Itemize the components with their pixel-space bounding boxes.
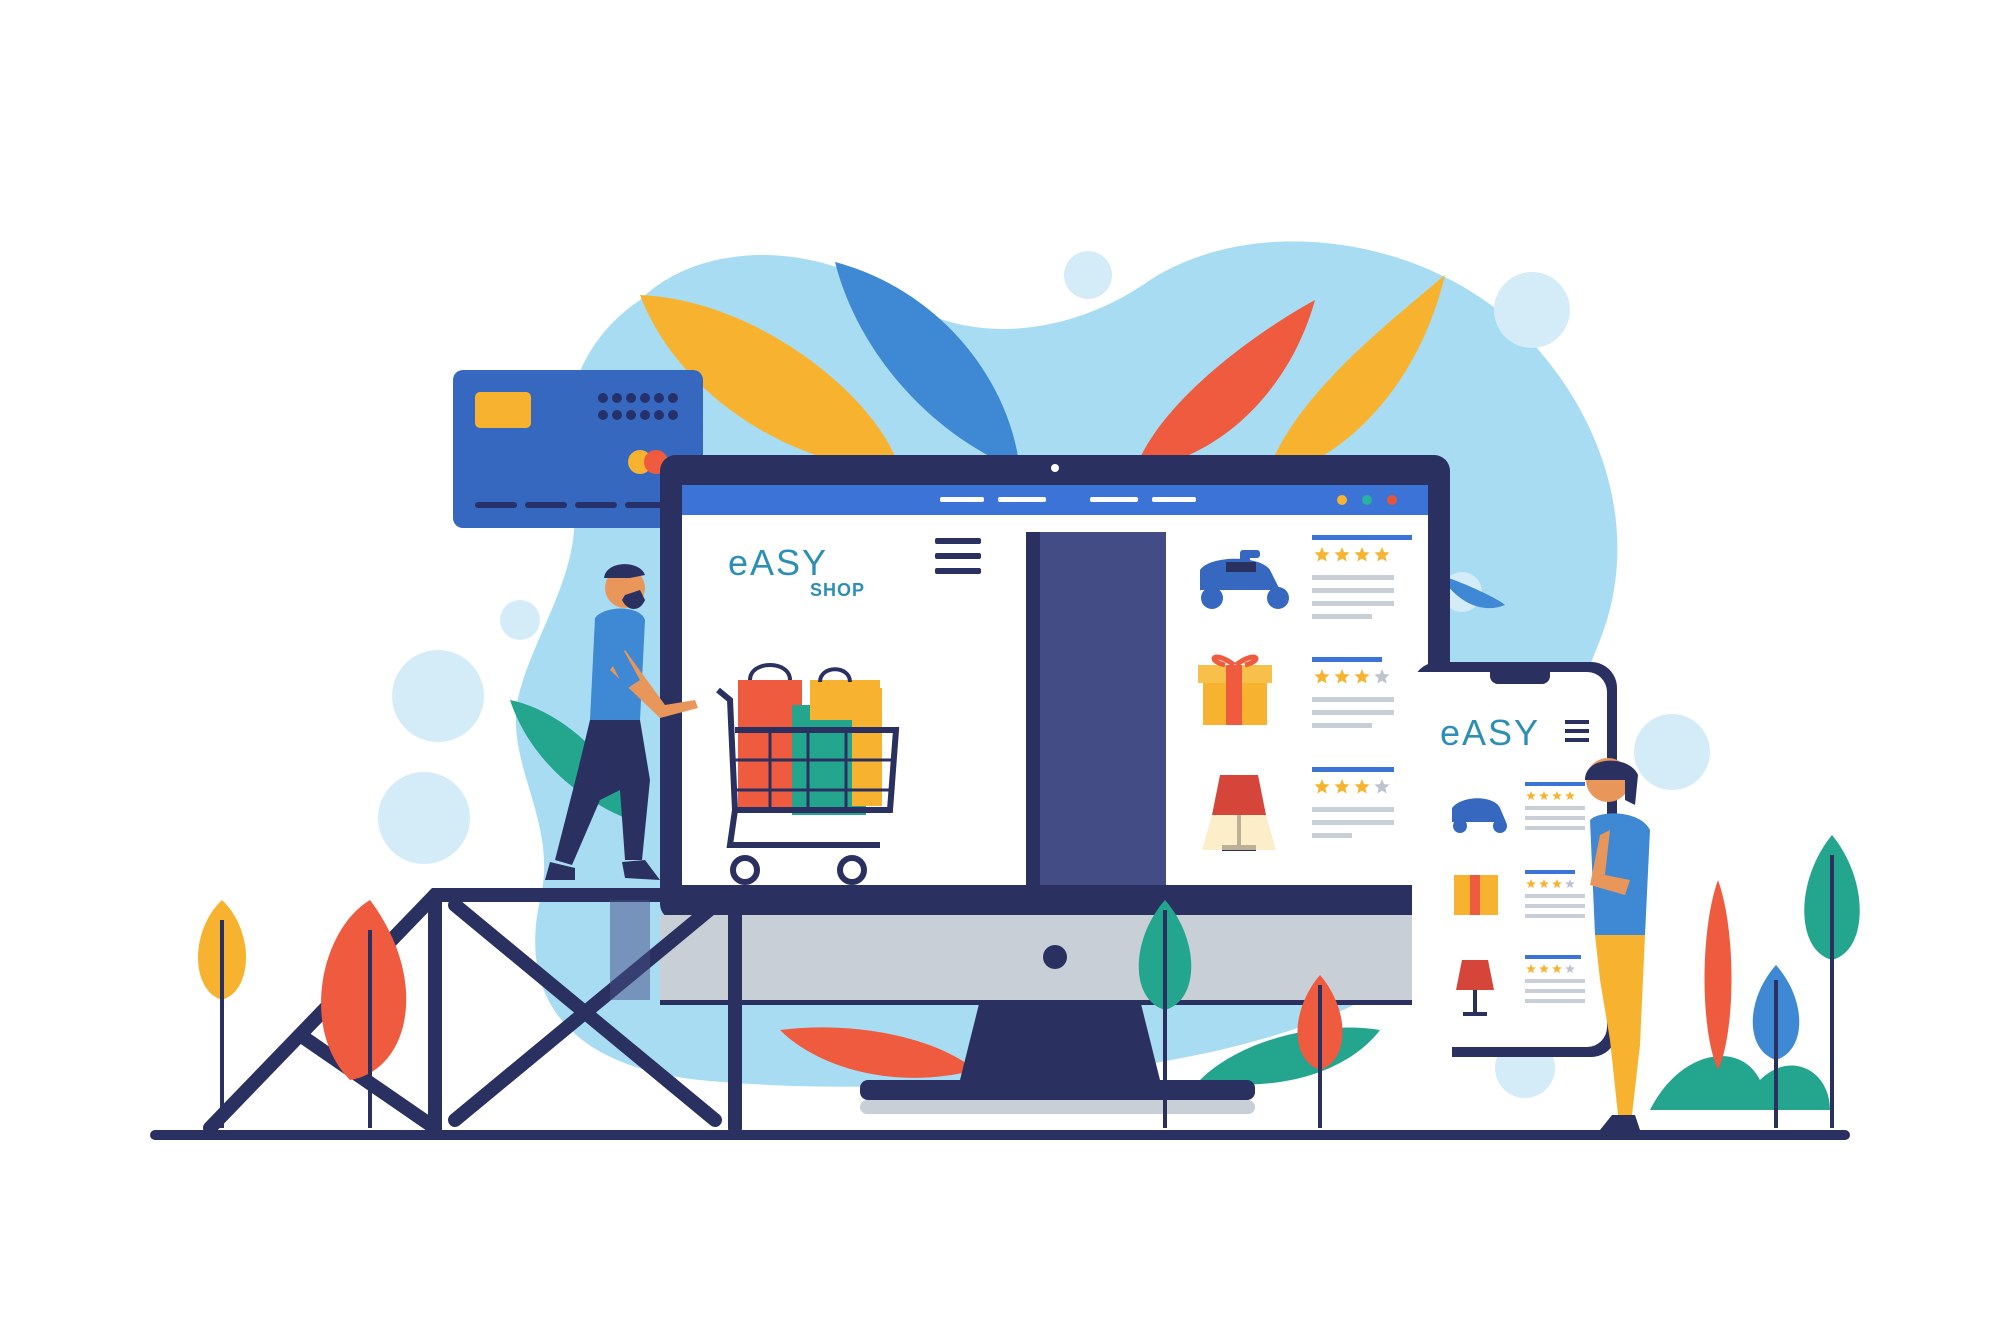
door-panel xyxy=(1026,532,1166,885)
bubble xyxy=(1064,251,1112,299)
ground-line xyxy=(150,1130,1850,1140)
webcam-icon xyxy=(1051,464,1059,472)
bubble xyxy=(500,600,540,640)
plant-orange-tall xyxy=(1704,880,1732,1070)
window-dot[interactable] xyxy=(1362,495,1372,505)
desktop-monitor: eASY SHOP xyxy=(660,455,1450,1005)
bubble xyxy=(392,650,484,742)
gift-box-icon xyxy=(1454,875,1498,915)
ramp-highlight xyxy=(610,900,650,1000)
online-shopping-illustration: eASY SHOP eASY xyxy=(150,241,1860,1140)
phone-menu-icon[interactable] xyxy=(1565,720,1589,742)
bubble xyxy=(378,772,470,864)
power-button-icon xyxy=(1043,945,1067,969)
window-dot[interactable] xyxy=(1337,495,1347,505)
window-dot[interactable] xyxy=(1387,495,1397,505)
gift-box-icon xyxy=(1198,654,1272,725)
browser-toolbar xyxy=(682,485,1428,515)
plant-teal-bush xyxy=(1650,1056,1830,1110)
site-logo[interactable]: eASY SHOP xyxy=(728,530,890,602)
door-edge xyxy=(1026,532,1040,885)
phone-logo-text: eASY xyxy=(1440,712,1540,753)
cart-wheel xyxy=(837,855,867,885)
menu-icon[interactable] xyxy=(935,538,981,574)
logo-text-top: eASY xyxy=(728,542,828,583)
bubble xyxy=(1494,272,1570,348)
card-chip-icon xyxy=(475,392,531,428)
phone-notch xyxy=(1490,662,1550,684)
bubble xyxy=(1634,714,1710,790)
smartphone: eASY xyxy=(1412,662,1617,1057)
logo-text-bottom: SHOP xyxy=(810,580,865,600)
cart-wheel xyxy=(730,855,760,885)
